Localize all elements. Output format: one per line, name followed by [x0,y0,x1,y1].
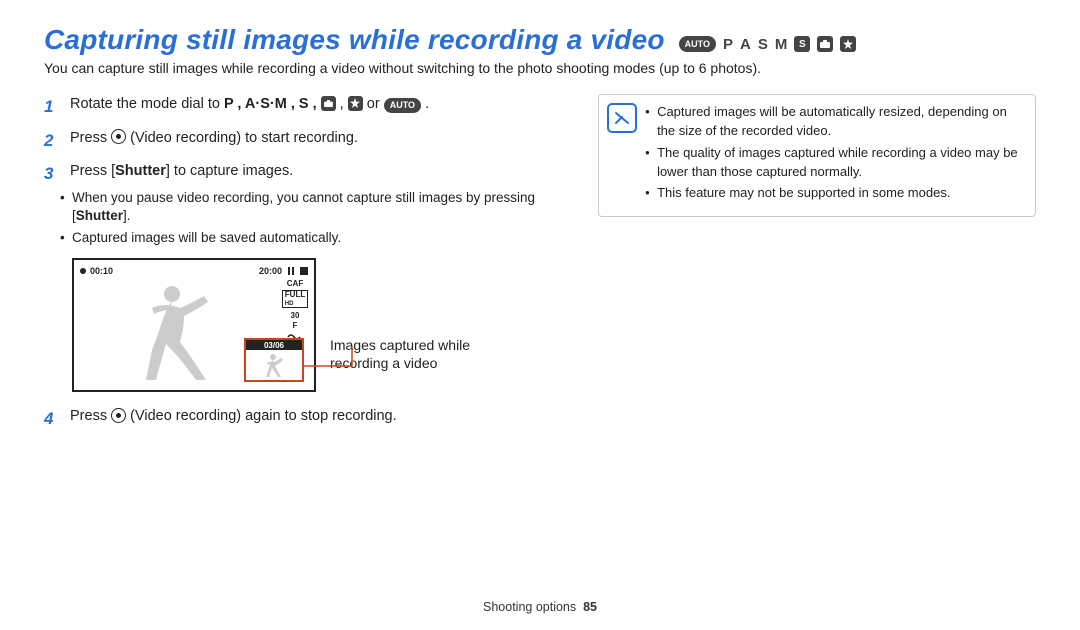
star-icon [348,96,363,111]
step-number: 4 [44,406,58,432]
mode-letter-p: P [723,36,733,53]
page-footer: Shooting options 85 [0,600,1080,614]
thumb-count: 03/06 [264,341,284,350]
bullet1-c: ]. [123,208,131,223]
step1-suffix: . [421,96,429,112]
step3-post: ] to capture images. [166,163,293,179]
pause-icon [288,267,294,275]
mode-letter-m: M [775,36,788,53]
thirty: 30 [291,312,300,320]
step-number: 2 [44,128,58,154]
step-4: 4 Press (Video recording) again to stop … [44,406,550,432]
record-icon [111,129,126,144]
thumb-header: 03/06 [246,340,302,350]
footer-section: Shooting options [483,600,576,614]
dancer-silhouette-icon [104,280,244,385]
step-number: 1 [44,94,58,120]
note-box: Captured images will be automatically re… [598,94,1036,217]
hd: HD [285,301,294,307]
step2-post: (Video recording) to start recording. [126,130,358,146]
auto-badge-small: AUTO [679,36,716,52]
note-icon [607,103,637,133]
list-item: This feature may not be supported in som… [645,184,1025,203]
step-3: 3 Press [Shutter] to capture images. [44,161,550,187]
record-icon [111,408,126,423]
note-list: Captured images will be automatically re… [645,103,1025,203]
step3-bullets: When you pause video recording, you cann… [44,189,550,249]
footer-page-number: 85 [583,600,597,614]
mode-letter-s: S [758,36,768,53]
step-body: Press (Video recording) to start recordi… [70,128,550,154]
step-body: Press [Shutter] to capture images. [70,161,550,187]
list-item: When you pause video recording, you cann… [72,189,550,227]
step2-pre: Press [70,130,111,146]
step-1: 1 Rotate the mode dial to P , A·S·M , S … [44,94,550,120]
step-number: 3 [44,161,58,187]
step-2: 2 Press (Video recording) to start recor… [44,128,550,154]
mode-letter-a: A [740,36,751,53]
auto-pill: AUTO [384,98,421,113]
step3-bold: Shutter [115,163,166,179]
step4-pre: Press [70,408,111,424]
list-item: Captured images will be automatically re… [645,103,1025,141]
list-item: The quality of images captured while rec… [645,144,1025,182]
f-label: F [293,322,298,330]
step4-post: (Video recording) again to stop recordin… [126,408,397,424]
right-column: Captured images will be automatically re… [598,94,1036,217]
page-title: Capturing still images while recording a… [44,24,665,56]
lcd-topbar: 00:10 20:00 [80,264,308,278]
camera-badge-icon [817,36,833,52]
rec-time: 00:10 [90,266,113,276]
step1-prefix: Rotate the mode dial to [70,96,224,112]
step3-pre: Press [ [70,163,115,179]
rec-dot-icon [80,268,86,274]
diagram: 00:10 20:00 CAF FULLHD 30 F [72,258,550,392]
title-line: Capturing still images while recording a… [44,24,1036,56]
step1-comma: , [336,96,348,112]
intro-text: You can capture still images while recor… [44,60,1036,76]
thumb-dancer-icon [258,352,288,378]
capture-thumbnail: 03/06 [244,338,304,382]
step-body: Rotate the mode dial to P , A·S·M , S , … [70,94,550,120]
camera-lcd: 00:10 20:00 CAF FULLHD 30 F [72,258,316,392]
step1-modes: P , A·S·M , S , [224,96,321,112]
diagram-caption: Images captured while recording a video [330,336,530,372]
rec-indicator: 00:10 [80,266,113,276]
star-badge-icon [840,36,856,52]
camera-icon [321,96,336,111]
step1-or: or [363,96,384,112]
list-item: Captured images will be saved automatica… [72,229,550,248]
step-body: Press (Video recording) again to stop re… [70,406,550,432]
callout-line [300,258,360,388]
s-badge: S [794,36,810,52]
remain-time: 20:00 [259,266,282,276]
bullet1-bold: Shutter [76,208,123,223]
bullet1-a: When you pause video recording, you cann… [72,190,535,205]
title-mode-badges: AUTO P A S M S [679,36,857,53]
left-column: 1 Rotate the mode dial to P , A·S·M , S … [44,94,550,440]
